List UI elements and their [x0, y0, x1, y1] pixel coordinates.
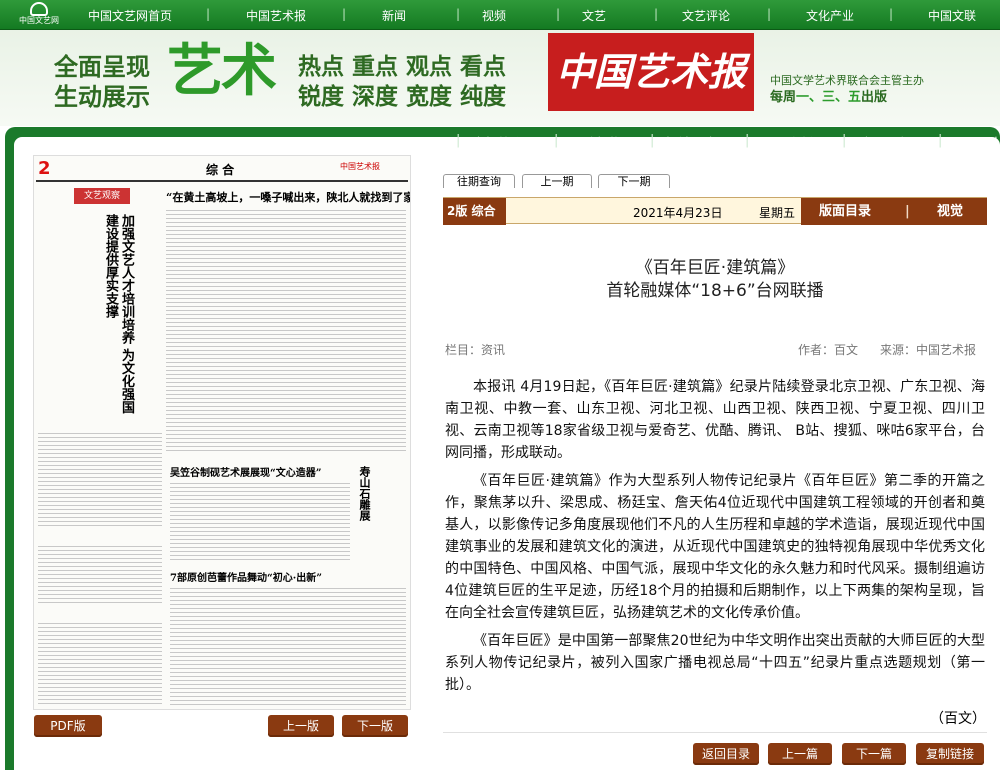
nav-item-federation[interactable]: 中国文联 [928, 7, 976, 24]
article-paragraph-1: 本报讯 4月19日起，《百年巨匠·建筑篇》纪录片陆续登录北京卫视、广东卫视、海南… [445, 379, 985, 461]
article-paragraph-2: 《百年巨匠·建筑篇》作为大型系列人物传记纪录片《百年巨匠》第二季的开篇之作，聚焦… [445, 473, 985, 621]
publish-schedule: 每周一、三、五出版 [770, 86, 887, 105]
subnav-separator: | [456, 133, 461, 148]
schedule-days: 一、三、五 [796, 90, 862, 105]
section-menu: 版面目录 | 视觉 [801, 198, 987, 225]
article-column: 栏目：资讯 [445, 343, 506, 357]
article-signature: （百文） [930, 711, 986, 727]
banner-art-word: 艺术 [167, 38, 277, 104]
slogan-right-1: 热点 重点 观点 看点 [298, 54, 507, 80]
menu-separator: | [905, 204, 910, 219]
slogan-right-2: 锐度 深度 宽度 纯度 [298, 84, 507, 110]
subnav-news[interactable]: 报社动态 [665, 133, 717, 152]
visual-link[interactable]: 视觉 [937, 198, 963, 225]
paper-headline-3[interactable]: 7部原创芭蕾作品舞动“初心·出新” [170, 569, 322, 584]
paper-brand: 中国艺术报 [340, 162, 380, 171]
banner: 全面呈现 生动展示 艺术 热点 重点 观点 看点 锐度 深度 宽度 纯度 中国艺… [0, 30, 1000, 126]
paper-section-title: 综 合 [206, 163, 235, 177]
nav-separator: | [767, 7, 772, 21]
paper-text-block [38, 431, 162, 526]
subnav-team[interactable]: 团队机构 [570, 133, 622, 152]
nav-item-home[interactable]: 中国文艺网首页 [88, 7, 172, 24]
article-author: 作者：百文 [798, 343, 859, 357]
nav-item-industry[interactable]: 文化产业 [806, 7, 854, 24]
nav-separator: | [556, 7, 561, 21]
section-name: 综合 [471, 204, 496, 218]
subnav-reader[interactable]: 读者服务 [858, 133, 910, 152]
article-source: 来源：中国艺术报 [880, 343, 977, 357]
copy-link-button[interactable]: 复制链接 [916, 743, 984, 765]
slogan-left-2: 生动展示 [54, 83, 150, 111]
subnav-separator: | [938, 133, 943, 148]
subnav-separator: | [554, 133, 559, 148]
top-nav-bar: 中国文艺网 中国文艺网首页 | 中国艺术报 | 新闻 | 视频 | 文艺 | 文… [0, 0, 1000, 30]
tab-next-issue[interactable]: 下一期 [598, 174, 670, 188]
paper-text-block [38, 621, 162, 706]
nav-separator: | [456, 7, 461, 21]
subnav-separator: | [842, 133, 847, 148]
nav-separator: | [206, 7, 211, 21]
slogan-left-1: 全面呈现 [54, 53, 150, 81]
paper-page-number: 2 [38, 158, 51, 179]
issue-date: 2021年4月23日 [633, 206, 723, 220]
paper-vertical-headline-2: 寿山石雕展 [358, 466, 371, 521]
schedule-prefix: 每周 [770, 90, 797, 105]
issue-weekday: 星期五 [759, 206, 796, 220]
subnav-subscribe[interactable]: 网上订报 [954, 133, 998, 152]
article-title-line1: 《百年巨匠·建筑篇》 [635, 258, 795, 278]
section-header: 2版 综合 2021年4月23日 星期五 版面目录 | 视觉 [443, 197, 987, 225]
subnav-about[interactable]: 本报简介 [472, 133, 524, 152]
paper-top-rule [36, 180, 408, 182]
paper-headline-1[interactable]: “在黄土高坡上，一嗓子喊出来，陕北人就找到了家” [166, 189, 410, 205]
schedule-suffix: 出版 [861, 90, 888, 105]
logo-text: 中国文艺网 [19, 16, 59, 25]
nav-item-news[interactable]: 新闻 [382, 7, 406, 24]
paper-vertical-headline: 加强文艺人才培训培养 为文化强国建设提供厚实支撑 [103, 214, 134, 414]
paper-text-block [38, 544, 162, 606]
subnav-separator: | [745, 133, 750, 148]
nav-item-arts[interactable]: 文艺 [582, 7, 606, 24]
toc-link[interactable]: 版面目录 [819, 198, 871, 225]
prev-article-button[interactable]: 上一篇 [768, 743, 832, 765]
article-title: 《百年巨匠·建筑篇》 首轮融媒体“18+6”台网联播 [443, 257, 987, 303]
prev-page-button[interactable]: 上一版 [268, 715, 334, 737]
paper-headline-2[interactable]: 吴笠谷制砚艺术展展现“文心造器” [170, 464, 322, 479]
next-article-button[interactable]: 下一篇 [842, 743, 906, 765]
tab-prev-issue[interactable]: 上一期 [522, 174, 592, 188]
logo-mark-icon [30, 2, 48, 16]
article-paragraph-3: 《百年巨匠》是中国第一部聚焦20世纪为中华文明作出突出贡献的大师巨匠的大型系列人… [445, 633, 985, 693]
article-title-line2: 首轮融媒体“18+6”台网联播 [606, 281, 824, 301]
paper-text-block [170, 586, 406, 706]
section-badge: 2版 综合 [443, 198, 506, 225]
article-divider [443, 732, 987, 733]
paper-column-tag: 文艺观察 [74, 188, 130, 204]
subnav-columns[interactable]: 记者专栏 [762, 133, 814, 152]
section-page: 2版 [447, 204, 468, 218]
paper-text-block [166, 208, 406, 453]
nav-separator: | [342, 7, 347, 21]
paper-text-block [170, 481, 350, 561]
back-to-toc-button[interactable]: 返回目录 [693, 743, 759, 765]
newspaper-page-image[interactable]: 2 综 合 中国艺术报 文艺观察 加强文艺人才培训培养 为文化强国建设提供厚实支… [33, 155, 411, 710]
masthead-logo: 中国艺术报 [548, 33, 754, 111]
nav-separator: | [889, 7, 894, 21]
nav-separator: | [654, 7, 659, 21]
nav-item-criticism[interactable]: 文艺评论 [682, 7, 730, 24]
subnav-separator: | [650, 133, 655, 148]
nav-item-newspaper[interactable]: 中国艺术报 [246, 7, 306, 24]
nav-item-video[interactable]: 视频 [482, 7, 506, 24]
next-page-button[interactable]: 下一版 [342, 715, 408, 737]
tab-archive[interactable]: 往期查询 [443, 174, 515, 188]
pdf-button[interactable]: PDF版 [34, 715, 102, 737]
site-logo[interactable]: 中国文艺网 [16, 2, 62, 29]
